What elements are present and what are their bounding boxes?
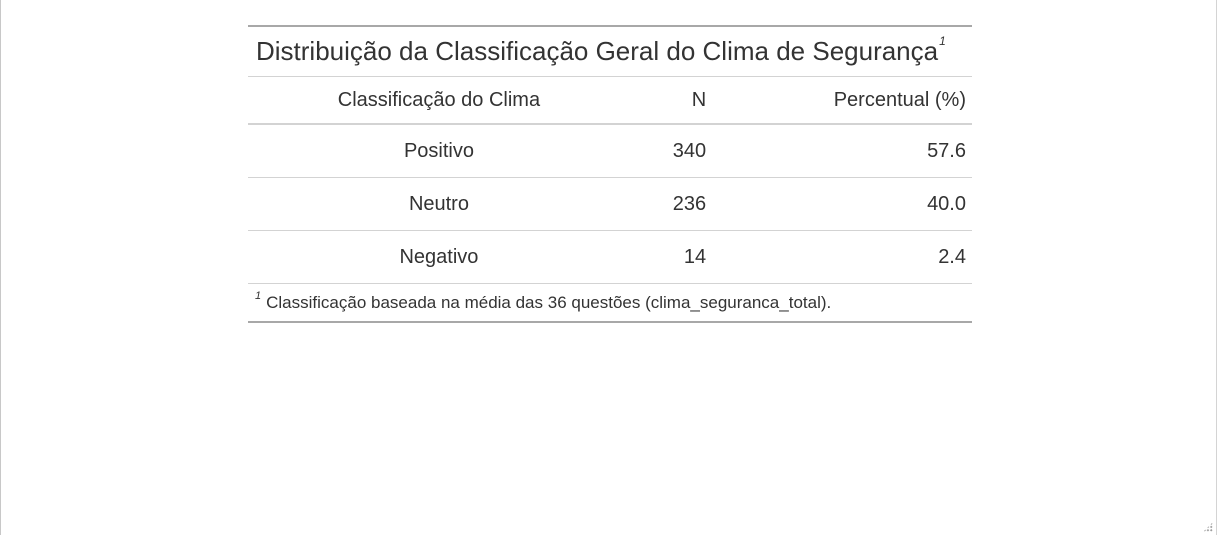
footnote-mark: 1 [255,289,262,302]
cell-classification: Neutro [248,177,630,231]
cell-percent: 40.0 [706,177,972,231]
cell-percent: 2.4 [706,230,972,284]
footnote-row: 1 Classificação baseada na média das 36 q… [248,283,972,322]
column-header-classification: Classificação do Clima [248,76,630,125]
table-row: Neutro 236 40.0 [248,177,972,231]
cell-n: 236 [629,177,707,231]
cell-n: 340 [629,124,707,178]
table-row: Positivo 340 57.6 [248,124,972,178]
summary-table: Distribuição da Classificação Geral do C… [248,25,972,323]
cell-classification: Negativo [248,230,630,284]
window-left-border [0,0,1,535]
resize-grip-icon[interactable] [1203,522,1213,532]
footnote-cell: 1 Classificação baseada na média das 36 q… [248,283,972,322]
table-title-cell: Distribuição da Classificação Geral do C… [248,26,972,77]
column-header-n: N [629,76,707,125]
table-title-row: Distribuição da Classificação Geral do C… [248,26,972,77]
cell-percent: 57.6 [706,124,972,178]
footnote-text: Classificação baseada na média das 36 qu… [266,292,832,312]
cell-classification: Positivo [248,124,630,178]
table-title: Distribuição da Classificação Geral do C… [256,36,939,66]
cell-n: 14 [629,230,707,284]
table-row: Negativo 14 2.4 [248,230,972,284]
column-header-row: Classificação do Clima N Percentual (%) [248,76,972,125]
title-footnote-mark: 1 [939,34,946,48]
column-header-percent: Percentual (%) [706,76,972,125]
